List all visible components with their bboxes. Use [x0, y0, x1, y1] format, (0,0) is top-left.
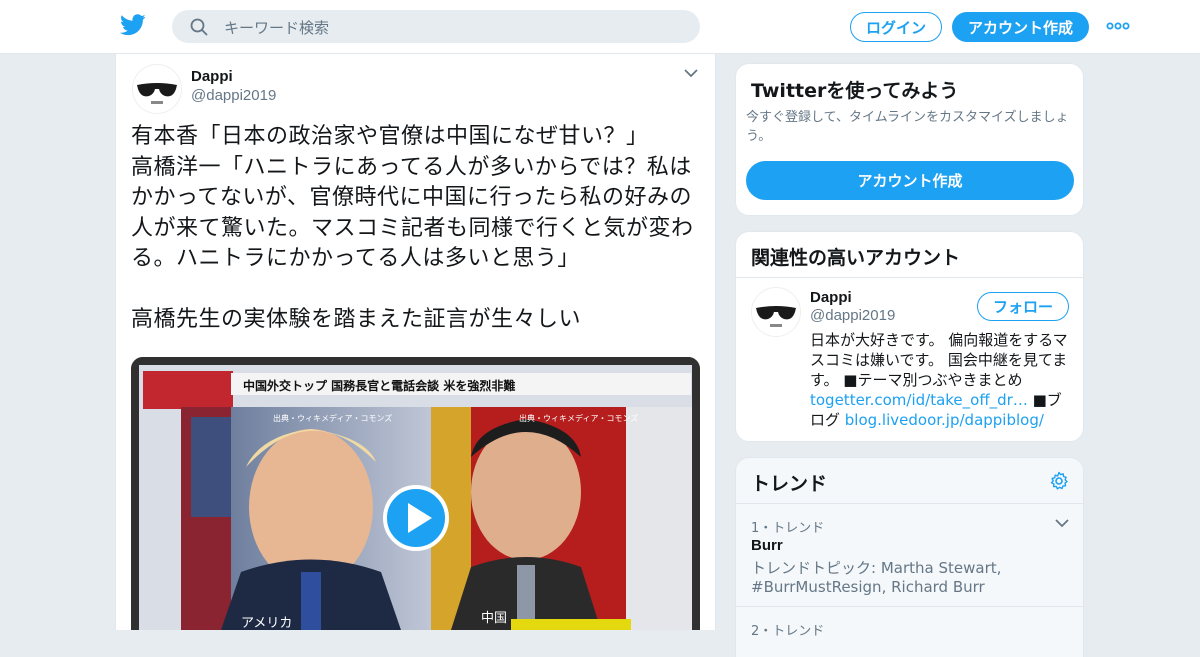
tweet-card: Dappi @dappi2019 有本香「日本の政治家や官僚は中国になぜ甘い？」…: [115, 54, 716, 630]
media-source-right: 出典・ウィキメディア・コモンズ: [519, 414, 639, 423]
tweet-text: 有本香「日本の政治家や官僚は中国になぜ甘い？」 高橋洋一「ハニトラにあってる人が…: [131, 124, 694, 332]
media-source-left: 出典・ウィキメディア・コモンズ: [273, 414, 393, 423]
bio-text: 日本が大好きです。 偏向報道をするマスコミは嫌いです。 国会中継を見てます。 ■…: [810, 331, 1068, 389]
trends-title: トレンド: [751, 473, 828, 495]
follow-button[interactable]: フォロー: [977, 292, 1069, 321]
related-account-bio: 日本が大好きです。 偏向報道をするマスコミは嫌いです。 国会中継を見てます。 ■…: [810, 330, 1072, 430]
trend-item[interactable]: 2・トレンド: [736, 607, 1083, 657]
top-navigation-bar: ログイン アカウント作成: [0, 0, 1200, 54]
login-button[interactable]: ログイン: [850, 12, 942, 42]
try-twitter-title: Twitterを使ってみよう: [751, 80, 959, 102]
chevron-down-icon[interactable]: [684, 68, 698, 78]
play-icon[interactable]: [383, 485, 449, 551]
search-input[interactable]: [222, 10, 686, 45]
search-box[interactable]: [172, 10, 700, 45]
bio-link-togetter[interactable]: togetter.com/id/take_off_dr…: [810, 391, 1028, 409]
trend-rank: 1・トレンド: [751, 521, 825, 536]
media-caption-right: 中国: [481, 611, 508, 626]
sunglasses-avatar-icon: [133, 65, 181, 113]
create-account-button[interactable]: アカウント作成: [746, 161, 1074, 200]
related-account-name[interactable]: Dappi: [810, 289, 852, 306]
bio-link-blog[interactable]: blog.livedoor.jp/dappiblog/: [845, 411, 1044, 429]
author-name[interactable]: Dappi: [191, 68, 233, 85]
twitter-bird-icon[interactable]: [120, 14, 146, 36]
sunglasses-avatar-icon: [752, 288, 800, 336]
try-twitter-description: 今すぐ登録して、タイムラインをカスタマイズしましょう。: [746, 110, 1069, 144]
chevron-down-icon[interactable]: [1055, 518, 1069, 528]
media-caption-left: アメリカ: [241, 616, 293, 630]
author-handle[interactable]: @dappi2019: [191, 87, 276, 104]
tweet-video[interactable]: 中国外交トップ 国務長官と電話会談 米を強烈非難 出典・ウィキメディア・コモンズ…: [131, 357, 700, 630]
search-icon: [190, 18, 208, 36]
related-account-handle[interactable]: @dappi2019: [810, 307, 895, 324]
signup-button[interactable]: アカウント作成: [952, 12, 1089, 42]
trend-name[interactable]: Burr: [751, 537, 783, 554]
related-accounts-card: 関連性の高いアカウント Dappi @dappi2019 フォロー 日本が大好き…: [735, 231, 1084, 442]
trend-item[interactable]: 1・トレンド Burr トレンドトピック: Martha Stewart, #B…: [736, 504, 1083, 606]
related-account-avatar[interactable]: [751, 287, 801, 337]
trend-description: トレンドトピック: Martha Stewart, #BurrMustResig…: [751, 559, 1002, 596]
gear-icon[interactable]: [1049, 471, 1069, 491]
try-twitter-card: Twitterを使ってみよう 今すぐ登録して、タイムラインをカスタマイズしましょ…: [735, 63, 1084, 216]
divider: [736, 277, 1083, 278]
more-options-icon[interactable]: [1106, 18, 1130, 34]
trends-card: トレンド 1・トレンド Burr トレンドトピック: Martha Stewar…: [735, 457, 1084, 657]
media-banner-text: 中国外交トップ 国務長官と電話会談 米を強烈非難: [243, 379, 516, 393]
related-accounts-title: 関連性の高いアカウント: [751, 247, 961, 269]
author-avatar[interactable]: [132, 64, 182, 114]
